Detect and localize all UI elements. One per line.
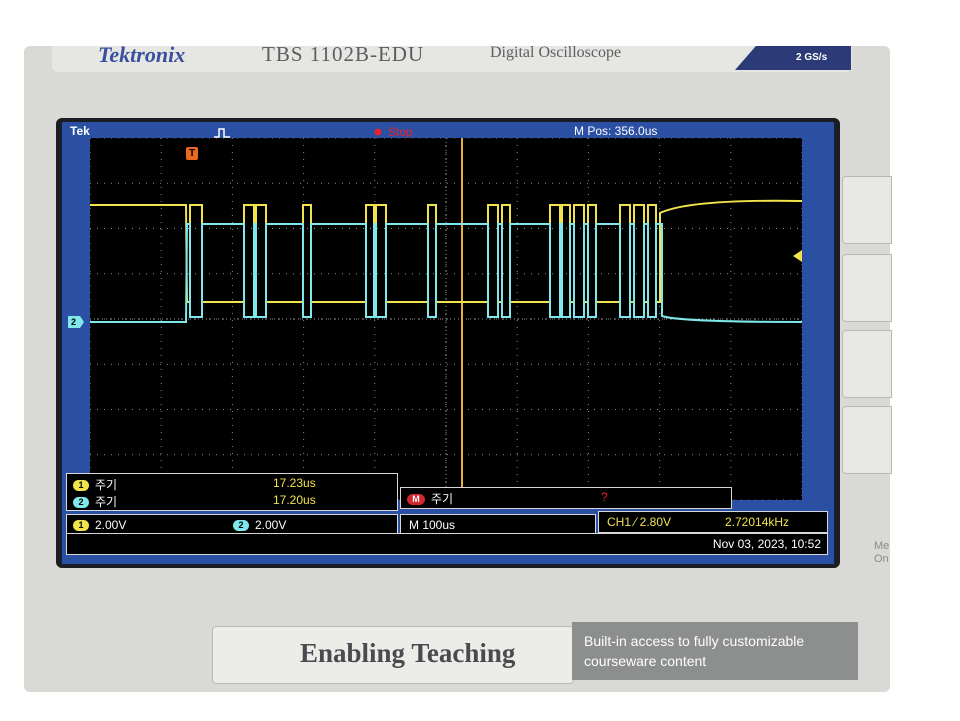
math-period-value: ? xyxy=(601,490,608,504)
ch1-scale: 2.00V xyxy=(95,518,127,532)
option-button-2[interactable] xyxy=(842,254,892,322)
measurement-panel: 1 주기 17.23us 2 주기 17.20us xyxy=(66,473,398,511)
trigger-marker: T xyxy=(186,147,198,160)
m-pos-readout: M Pos: 356.0us xyxy=(574,124,658,138)
trigger-panel: CH1 ⁄ 2.80V 2.72014kHz xyxy=(598,511,828,533)
datetime: Nov 03, 2023, 10:52 xyxy=(712,537,821,551)
ch1-scale-badge: 1 xyxy=(73,520,89,532)
stop-dot-icon xyxy=(374,128,382,136)
option-button-3[interactable] xyxy=(842,330,892,398)
datetime-panel: Nov 03, 2023, 10:52 xyxy=(66,533,828,555)
ch2-period-value: 17.20us xyxy=(273,493,316,507)
ch2-badge: 2 xyxy=(73,497,89,509)
slogan: Enabling Teaching xyxy=(300,638,516,668)
timebase-value: M 100us xyxy=(409,518,456,532)
waveform-display xyxy=(89,137,803,501)
tek-logo: Tek xyxy=(70,124,90,138)
math-measurement-panel: M 주기 ? xyxy=(400,487,732,509)
trigger-frequency: 2.72014kHz xyxy=(725,515,790,529)
ch1-period-label: 주기 xyxy=(95,478,118,492)
tagline: Built-in access to fully customizable co… xyxy=(584,633,805,669)
model-name: TBS 1102B-EDU xyxy=(262,42,425,66)
trigger-level-arrow-icon xyxy=(793,250,802,262)
math-period-label: 주기 xyxy=(431,492,454,506)
math-badge: M xyxy=(407,494,425,506)
ch1-period-value: 17.23us xyxy=(273,476,316,490)
sample-rate-text: 2 GS/s xyxy=(796,52,828,63)
option-button-4[interactable] xyxy=(842,406,892,474)
ch1-badge: 1 xyxy=(73,480,89,492)
pulse-icon xyxy=(214,128,230,138)
run-state: Stop xyxy=(388,125,413,139)
option-button-1[interactable] xyxy=(842,176,892,244)
ch2-scale-badge: 2 xyxy=(233,520,249,532)
device-type: Digital Oscilloscope xyxy=(490,44,622,61)
brand-logo: Tektronix xyxy=(98,42,186,67)
ch2-scale: 2.00V xyxy=(255,518,287,532)
ch2-period-label: 주기 xyxy=(95,495,118,509)
trigger-setting: CH1 ⁄ 2.80V xyxy=(607,515,672,529)
menu-button-label: Me On xyxy=(874,540,890,565)
graticule xyxy=(89,137,803,501)
